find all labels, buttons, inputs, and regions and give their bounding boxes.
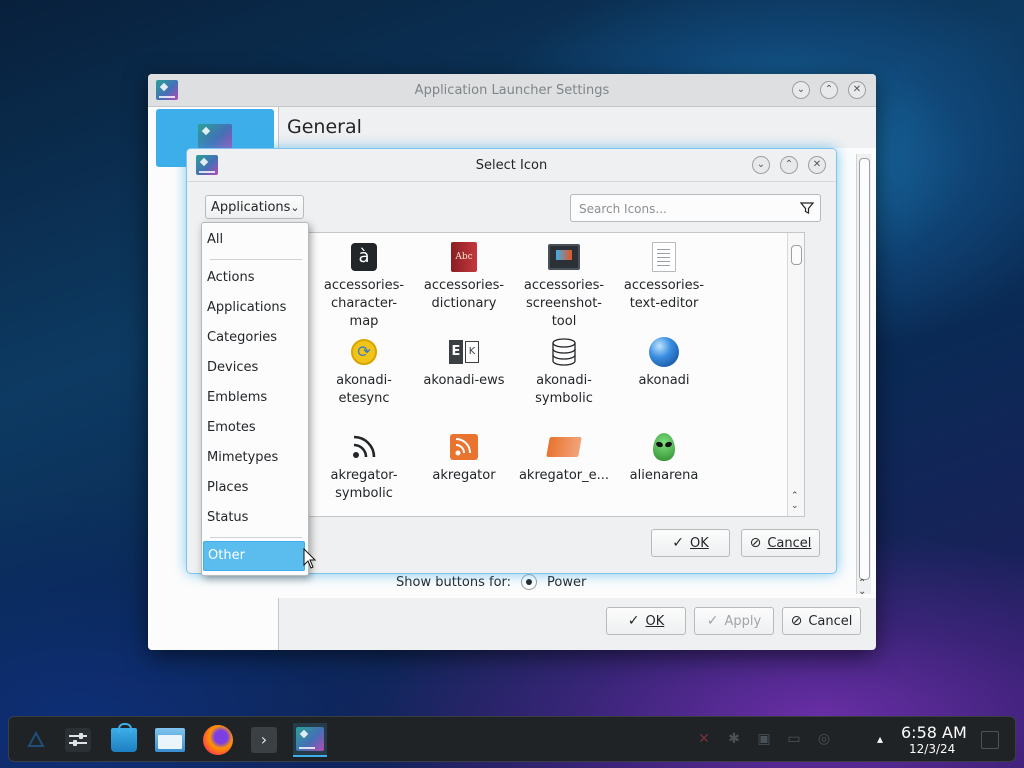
- icon-search-field[interactable]: [570, 194, 821, 223]
- close-button[interactable]: ✕: [848, 81, 866, 99]
- main-apply-button[interactable]: ✓ Apply: [694, 607, 774, 635]
- rss-icon: [448, 431, 480, 463]
- icon-item[interactable]: alienarena: [614, 427, 714, 485]
- firefox-icon[interactable]: [201, 723, 235, 757]
- icon-item[interactable]: akonadi- symbolic: [514, 332, 614, 408]
- system-settings-icon[interactable]: [61, 723, 95, 757]
- konsole-icon[interactable]: ›: [247, 723, 281, 757]
- main-cancel-button[interactable]: ⊘ Cancel: [782, 607, 861, 635]
- akregator-empty-icon: [546, 431, 582, 463]
- show-buttons-row: Show buttons for: Power: [396, 574, 586, 590]
- dropdown-item-emblems[interactable]: Emblems: [203, 385, 305, 411]
- icon-item[interactable]: Abc accessories- dictionary: [414, 237, 514, 313]
- tray-expand-icon[interactable]: ▴: [871, 730, 889, 748]
- icon-item[interactable]: accessories- text-editor: [614, 237, 714, 313]
- dictionary-icon: Abc: [448, 241, 480, 273]
- display-icon[interactable]: ▭: [785, 730, 803, 748]
- dropdown-item-actions[interactable]: Actions: [203, 265, 305, 291]
- dropdown-item-devices[interactable]: Devices: [203, 355, 305, 381]
- icon-item[interactable]: akonadi: [614, 332, 714, 390]
- scroll-down-arrow-icon[interactable]: ⌄: [791, 501, 799, 511]
- icon-group-combo-value: Applications: [211, 199, 291, 215]
- bluetooth-icon[interactable]: ✱: [725, 730, 743, 748]
- dropdown-item-emotes[interactable]: Emotes: [203, 415, 305, 441]
- mouse-cursor-icon: [303, 548, 317, 569]
- icon-grid-scrollbar-thumb[interactable]: [791, 245, 802, 265]
- network-disconnected-icon[interactable]: ✕: [695, 730, 713, 748]
- dialog-titlebar[interactable]: Select Icon ⌄ ⌃ ✕: [187, 149, 836, 182]
- icon-item[interactable]: akregator: [414, 427, 514, 485]
- dialog-cancel-button[interactable]: ⊘ Cancel: [741, 529, 820, 557]
- chevron-down-icon: ⌄: [290, 200, 300, 214]
- show-buttons-label: Show buttons for:: [396, 574, 512, 590]
- dialog-minimize-button[interactable]: ⌄: [752, 156, 770, 174]
- settings-titlebar[interactable]: Application Launcher Settings ⌄ ⌃ ✕: [148, 74, 876, 107]
- volume-icon[interactable]: ◎: [815, 730, 833, 748]
- dropdown-item-status[interactable]: Status: [203, 505, 305, 531]
- icon-group-combo[interactable]: Applications ⌄: [205, 195, 304, 219]
- icon-item[interactable]: akregator_e...: [514, 427, 614, 485]
- icon-grid-scrollbar[interactable]: ⌃ ⌄: [787, 233, 804, 516]
- dropdown-separator: [210, 537, 302, 538]
- check-icon: ✓: [706, 613, 719, 629]
- dolphin-files-icon[interactable]: [153, 723, 187, 757]
- taskbar: › ✕ ✱ ▣ ▭ ◎ ▴ 6:58 AM 12/3/24: [8, 716, 1016, 762]
- dropdown-item-mimetypes[interactable]: Mimetypes: [203, 445, 305, 471]
- icon-grid: à accessories- character- map Abc access…: [297, 232, 805, 517]
- general-page-icon: [198, 124, 232, 152]
- settings-scrollbar-thumb[interactable]: [859, 158, 870, 580]
- dropdown-separator: [210, 259, 302, 260]
- dropdown-item-other[interactable]: Other: [203, 541, 305, 571]
- dialog-maximize-button[interactable]: ⌃: [780, 156, 798, 174]
- show-desktop-icon[interactable]: [981, 731, 999, 749]
- dropdown-item-places[interactable]: Places: [203, 475, 305, 501]
- rss-symbolic-icon: [348, 431, 380, 463]
- power-radio[interactable]: [521, 574, 538, 590]
- dropdown-item-categories[interactable]: Categories: [203, 325, 305, 351]
- check-icon: ✓: [627, 613, 640, 629]
- minimize-button[interactable]: ⌄: [792, 81, 810, 99]
- cancel-icon: ⊘: [749, 535, 762, 551]
- screenshot-icon: [548, 241, 580, 273]
- power-radio-label[interactable]: Power: [547, 575, 586, 590]
- settings-window-title: Application Launcher Settings: [414, 82, 610, 98]
- discover-store-icon[interactable]: [107, 723, 141, 757]
- dropdown-item-applications[interactable]: Applications: [203, 295, 305, 321]
- etesync-icon: ⟳: [348, 336, 380, 368]
- dialog-close-button[interactable]: ✕: [808, 156, 826, 174]
- cancel-icon: ⊘: [790, 613, 803, 629]
- dialog-ok-button[interactable]: ✓ OK: [651, 529, 730, 557]
- icon-item[interactable]: akregator- symbolic: [314, 427, 414, 503]
- maximize-button[interactable]: ⌃: [820, 81, 838, 99]
- akonadi-sphere-icon: [648, 336, 680, 368]
- kde-menu-icon[interactable]: [19, 723, 53, 757]
- dropdown-item-all[interactable]: All: [203, 227, 305, 253]
- scroll-up-arrow-icon[interactable]: ⌃: [791, 491, 799, 501]
- database-icon: [548, 336, 580, 368]
- text-editor-icon: [648, 241, 680, 273]
- check-icon: ✓: [672, 535, 684, 551]
- dialog-title: Select Icon: [475, 157, 548, 173]
- scroll-down-arrow-icon[interactable]: ⌄: [858, 586, 866, 597]
- icon-group-dropdown: All Actions Applications Categories Devi…: [201, 222, 309, 576]
- settings-scrollbar[interactable]: ⌃ ⌄: [856, 154, 871, 597]
- icon-search-input[interactable]: [577, 195, 794, 223]
- icon-item[interactable]: à accessories- character- map: [314, 237, 414, 331]
- character-map-icon: à: [348, 241, 380, 273]
- main-ok-button[interactable]: ✓ OK: [606, 607, 686, 635]
- icon-item[interactable]: ⟳ akonadi- etesync: [314, 332, 414, 408]
- icon-item[interactable]: accessories- screenshot- tool: [514, 237, 614, 331]
- clock-time[interactable]: 6:58 AM: [901, 723, 967, 742]
- exchange-icon: E K: [448, 336, 480, 368]
- icon-item[interactable]: E K akonadi-ews: [414, 332, 514, 390]
- clipboard-icon[interactable]: ▣: [755, 730, 773, 748]
- app-launcher-settings-icon[interactable]: [293, 723, 327, 757]
- clock-date[interactable]: 12/3/24: [909, 742, 955, 756]
- page-title: General: [287, 116, 362, 138]
- alien-icon: [648, 431, 680, 463]
- filter-icon[interactable]: [800, 201, 814, 215]
